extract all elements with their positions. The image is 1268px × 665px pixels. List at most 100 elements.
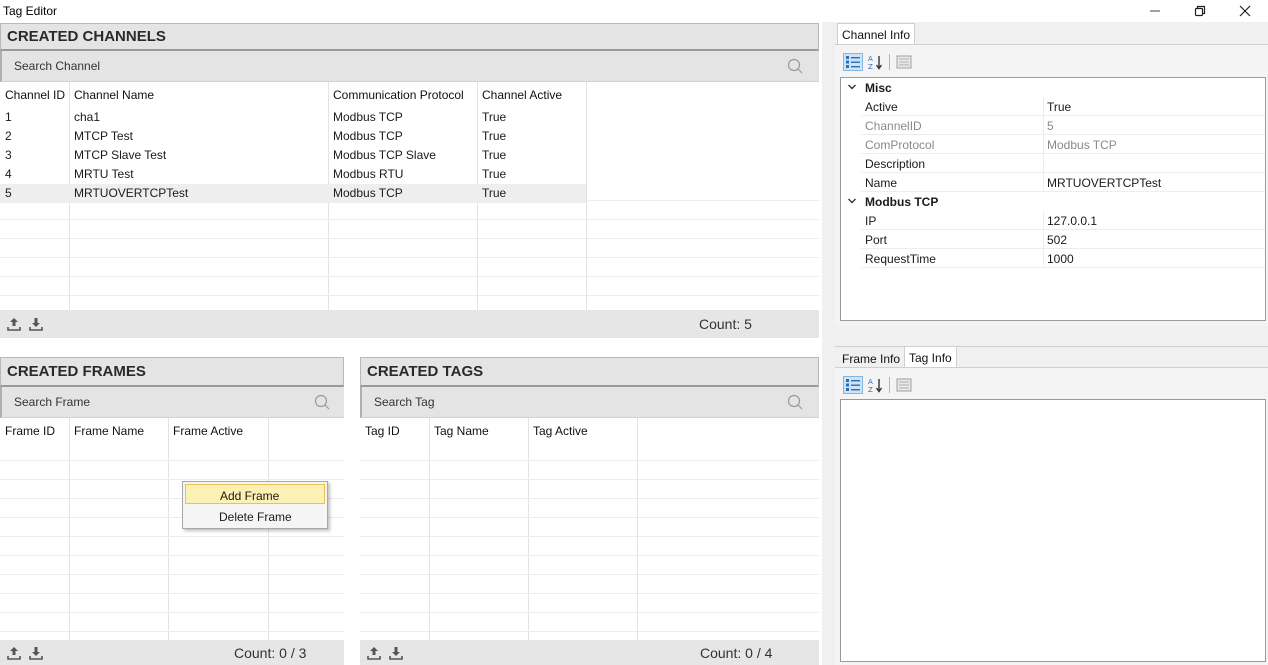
minimize-icon bbox=[1150, 10, 1160, 12]
table-cell: True bbox=[482, 167, 507, 181]
export-icon[interactable] bbox=[366, 645, 382, 661]
table-row[interactable]: 1 cha1 Modbus TCP True bbox=[0, 108, 586, 127]
svg-text:A: A bbox=[868, 378, 873, 386]
tag-info-toolbar: AZ bbox=[843, 376, 914, 394]
export-icon[interactable] bbox=[6, 645, 22, 661]
tag-search-input[interactable]: Search Tag bbox=[360, 387, 819, 418]
table-row[interactable]: 4 MRTU Test Modbus RTU True bbox=[0, 165, 586, 184]
tags-count: Count: 0 / 4 bbox=[700, 645, 773, 661]
property-category[interactable]: Misc bbox=[841, 78, 1265, 97]
table-cell: True bbox=[482, 129, 507, 143]
property-pages-button[interactable] bbox=[894, 376, 914, 394]
tags-panel-title: CREATED TAGS bbox=[360, 357, 819, 387]
category-label: Modbus TCP bbox=[865, 195, 939, 209]
alphabetical-button[interactable]: AZ bbox=[865, 53, 885, 71]
property-row[interactable]: Active True bbox=[841, 97, 1265, 116]
categorized-button[interactable] bbox=[843, 376, 863, 394]
categorized-button[interactable] bbox=[843, 53, 863, 71]
property-row[interactable]: RequestTime 1000 bbox=[841, 249, 1265, 268]
table-cell: 3 bbox=[5, 148, 12, 162]
column-header[interactable]: Channel Name bbox=[69, 82, 328, 108]
tab-channel-info[interactable]: Channel Info bbox=[837, 23, 916, 44]
frame-search-input[interactable]: Search Frame bbox=[0, 387, 344, 418]
add-frame-menu-item[interactable]: Add Frame bbox=[185, 484, 325, 504]
table-cell: MTCP Test bbox=[74, 129, 133, 143]
table-cell: MRTU Test bbox=[74, 167, 134, 181]
property-row[interactable]: Port 502 bbox=[841, 230, 1265, 249]
property-name: Active bbox=[865, 100, 898, 114]
property-value: Modbus TCP bbox=[1047, 138, 1117, 152]
property-row[interactable]: ComProtocol Modbus TCP bbox=[841, 135, 1265, 154]
property-value[interactable]: 502 bbox=[1047, 233, 1067, 247]
svg-text:Z: Z bbox=[868, 63, 873, 70]
property-category[interactable]: Modbus TCP bbox=[841, 192, 1265, 211]
property-row[interactable]: Description bbox=[841, 154, 1265, 173]
table-cell: Modbus RTU bbox=[333, 167, 404, 181]
table-cell: True bbox=[482, 186, 507, 200]
import-icon[interactable] bbox=[28, 645, 44, 661]
tags-header: Tag ID Tag Name Tag Active bbox=[360, 418, 637, 444]
property-name: ChannelID bbox=[865, 119, 922, 133]
column-header[interactable]: Channel Active bbox=[477, 82, 586, 108]
property-value[interactable]: True bbox=[1047, 100, 1071, 114]
column-header[interactable]: Frame Active bbox=[168, 418, 268, 444]
svg-text:Z: Z bbox=[868, 386, 873, 393]
search-icon[interactable] bbox=[787, 394, 803, 410]
alphabetical-button[interactable]: AZ bbox=[865, 376, 885, 394]
property-row[interactable]: ChannelID 5 bbox=[841, 116, 1265, 135]
chevron-down-icon[interactable] bbox=[847, 82, 857, 92]
table-cell: Modbus TCP bbox=[333, 129, 403, 143]
channel-search-input[interactable]: Search Channel bbox=[0, 51, 819, 82]
import-icon[interactable] bbox=[28, 316, 44, 332]
property-row[interactable]: IP 127.0.0.1 bbox=[841, 211, 1265, 230]
property-value: 5 bbox=[1047, 119, 1054, 133]
channel-property-grid: Misc Active True ChannelID 5 ComProtocol Modbu… bbox=[840, 77, 1266, 321]
property-row[interactable]: Name MRTUOVERTCPTest bbox=[841, 173, 1265, 192]
property-name: Description bbox=[865, 157, 926, 171]
property-value[interactable]: 127.0.0.1 bbox=[1047, 214, 1097, 228]
channels-panel-title: CREATED CHANNELS bbox=[0, 23, 819, 51]
property-value[interactable]: MRTUOVERTCPTest bbox=[1047, 176, 1161, 190]
frames-grid: Frame ID Frame Name Frame Active bbox=[0, 418, 344, 640]
frames-header: Frame ID Frame Name Frame Active bbox=[0, 418, 268, 444]
table-row[interactable]: 5 MRTUOVERTCPTest Modbus TCP True bbox=[0, 184, 586, 203]
table-cell: 1 bbox=[5, 110, 12, 124]
property-name: ComProtocol bbox=[865, 138, 935, 152]
export-icon[interactable] bbox=[6, 316, 22, 332]
restore-button[interactable] bbox=[1177, 0, 1223, 22]
column-header[interactable]: Frame Name bbox=[69, 418, 168, 444]
table-cell: MTCP Slave Test bbox=[74, 148, 167, 162]
window-title: Tag Editor bbox=[3, 4, 58, 18]
column-header[interactable]: Tag ID bbox=[360, 418, 429, 444]
table-row[interactable]: 3 MTCP Slave Test Modbus TCP Slave True bbox=[0, 146, 586, 165]
delete-frame-menu-item[interactable]: Delete Frame bbox=[185, 506, 325, 526]
channels-footer: Count: 5 bbox=[0, 310, 819, 338]
table-cell: Modbus TCP bbox=[333, 110, 403, 124]
table-cell: Modbus TCP bbox=[333, 186, 403, 200]
column-header[interactable]: Frame ID bbox=[0, 418, 69, 444]
column-header[interactable]: Channel ID bbox=[0, 82, 69, 108]
column-header[interactable]: Communication Protocol bbox=[328, 82, 477, 108]
tab-tag-info[interactable]: Tag Info bbox=[904, 346, 957, 367]
property-value[interactable]: 1000 bbox=[1047, 252, 1074, 266]
table-cell: Modbus TCP Slave bbox=[333, 148, 436, 162]
search-icon[interactable] bbox=[314, 394, 330, 410]
search-icon[interactable] bbox=[787, 58, 803, 74]
column-header[interactable]: Tag Name bbox=[429, 418, 528, 444]
import-icon[interactable] bbox=[388, 645, 404, 661]
column-header[interactable]: Tag Active bbox=[528, 418, 637, 444]
minimize-button[interactable] bbox=[1132, 0, 1178, 22]
channels-grid: Channel ID Channel Name Communication Pr… bbox=[0, 82, 819, 310]
close-button[interactable] bbox=[1222, 0, 1268, 22]
table-row[interactable]: 2 MTCP Test Modbus TCP True bbox=[0, 127, 586, 146]
svg-text:A: A bbox=[868, 55, 873, 63]
property-pages-button[interactable] bbox=[894, 53, 914, 71]
table-cell: 5 bbox=[5, 186, 12, 200]
sort-az-icon: AZ bbox=[868, 378, 883, 393]
title-bar: Tag Editor bbox=[0, 0, 1268, 22]
chevron-down-icon[interactable] bbox=[847, 196, 857, 206]
categorized-icon bbox=[846, 56, 860, 68]
tab-frame-info[interactable]: Frame Info bbox=[838, 348, 904, 369]
property-pages-icon bbox=[896, 55, 912, 69]
sort-az-icon: AZ bbox=[868, 55, 883, 70]
